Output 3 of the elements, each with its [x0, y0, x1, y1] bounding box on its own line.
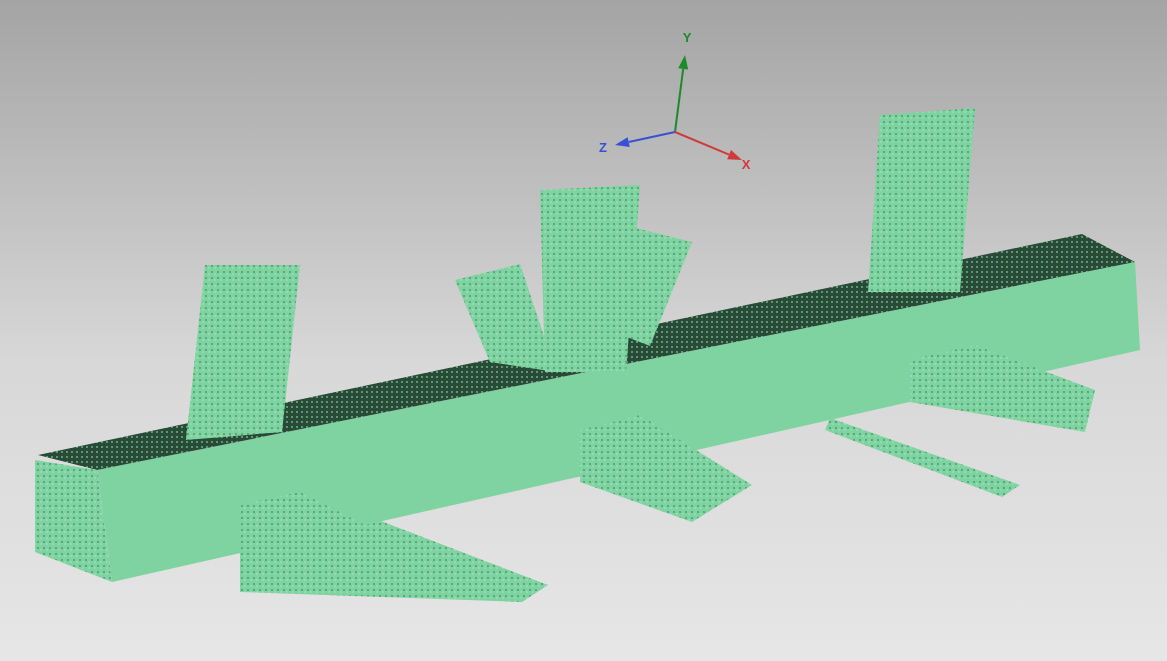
axis-label: X	[741, 157, 751, 172]
axis-label: Y	[682, 30, 692, 45]
axis-label: Z	[599, 140, 607, 155]
